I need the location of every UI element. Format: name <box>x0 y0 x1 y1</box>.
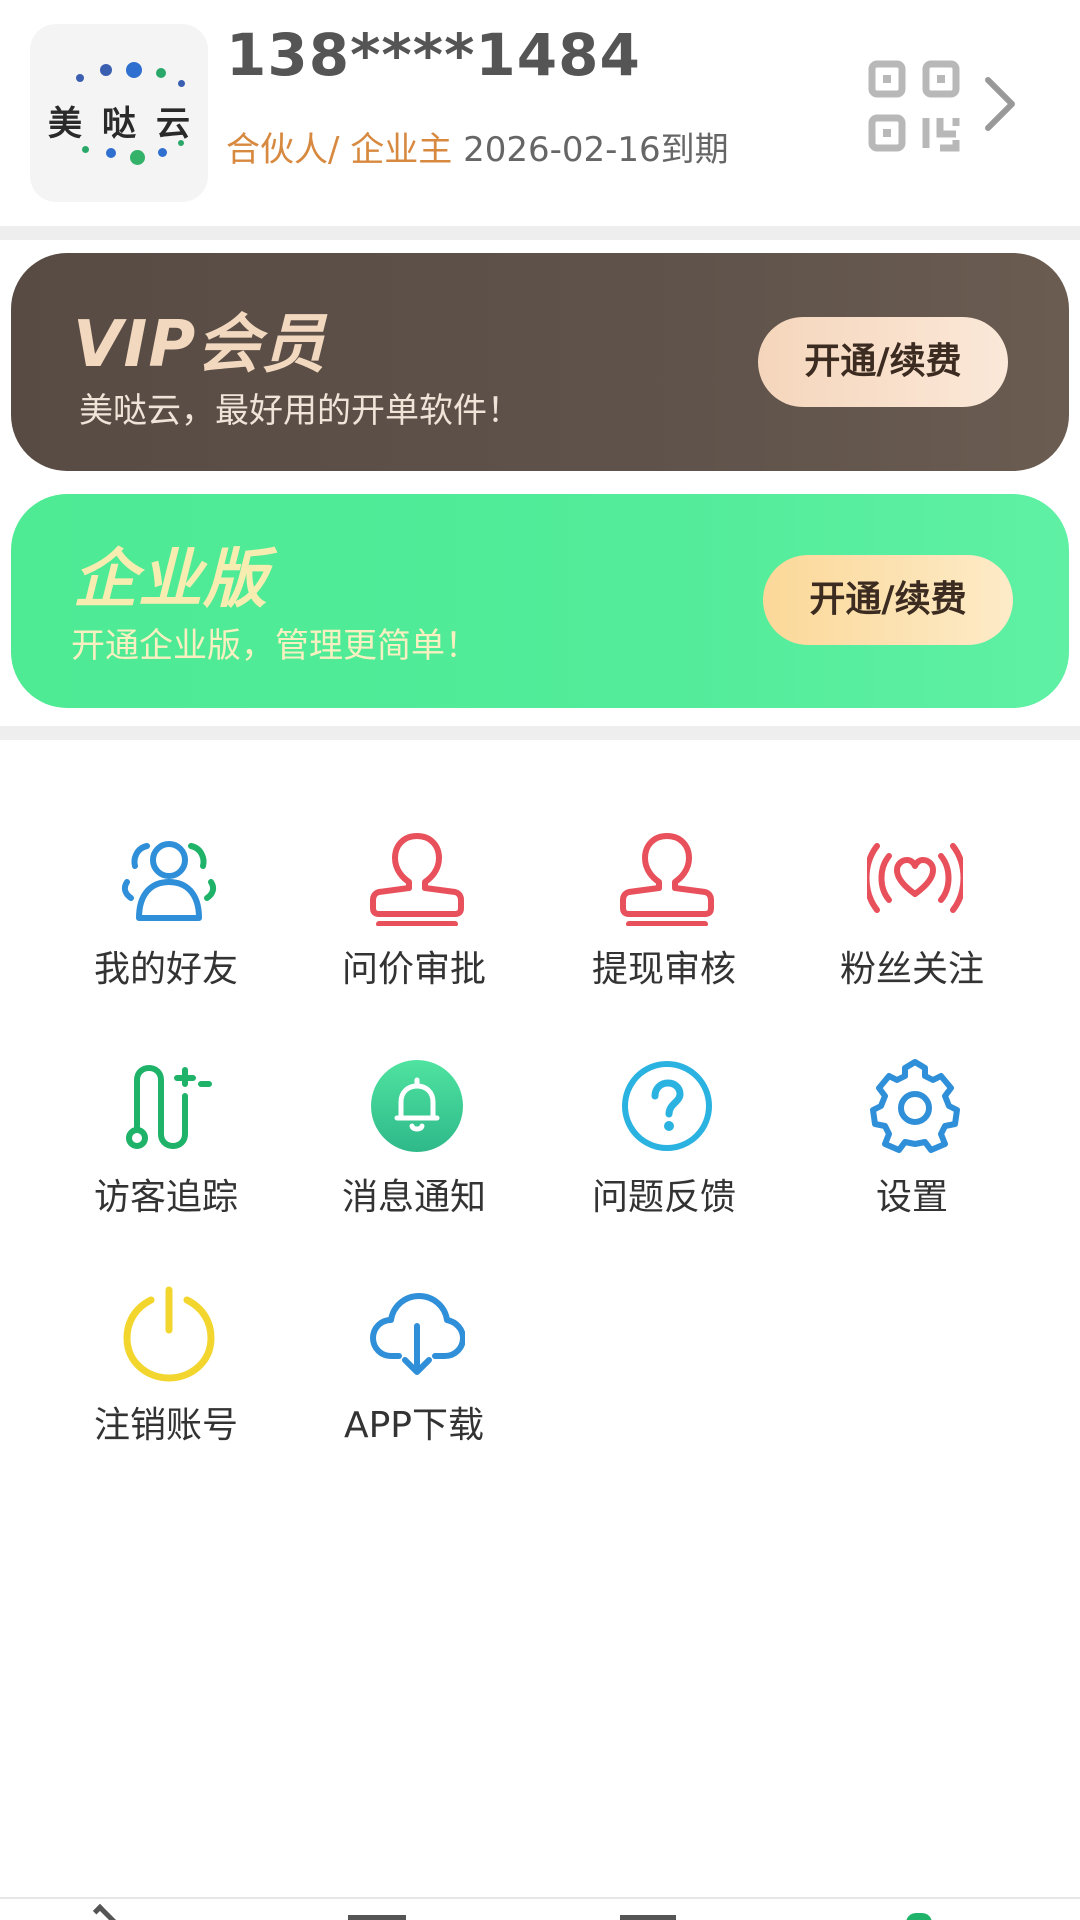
bottom-tab-bar <box>0 1897 1080 1920</box>
vip-subtitle: 美哒云，最好用的开单软件！ <box>79 391 521 431</box>
heart-signal-icon <box>867 843 963 913</box>
divider <box>0 726 1080 740</box>
menu-item-label: 注销账号 <box>93 1405 238 1446</box>
divider <box>0 226 1080 240</box>
route-icon <box>126 1065 212 1149</box>
gear-icon <box>870 1059 960 1153</box>
enterprise-subtitle: 开通企业版，管理更简单！ <box>71 626 479 666</box>
qr-code-icon[interactable] <box>868 60 960 152</box>
stats-tab-icon[interactable] <box>620 1915 676 1920</box>
menu-item-fans[interactable]: 粉丝关注 <box>788 740 1036 990</box>
app-logo: 美 哒 云 <box>30 24 208 202</box>
person-stamp-icon <box>370 833 464 926</box>
vip-renew-button[interactable]: 开通/续费 <box>758 317 1008 407</box>
user-phone: 138****1484 <box>226 21 641 89</box>
orders-tab-icon[interactable] <box>348 1915 406 1920</box>
question-icon <box>622 1061 712 1151</box>
logo-char: 哒 <box>102 104 136 144</box>
menu-item-deactivate[interactable]: 注销账号 <box>42 1196 290 1446</box>
person-stamp-icon <box>620 833 714 926</box>
logo-dot <box>126 62 142 78</box>
menu-item-price-approval[interactable]: 问价审批 <box>290 740 538 990</box>
logo-dot <box>76 74 84 82</box>
menu-item-settings[interactable]: 设置 <box>788 968 1036 1218</box>
enterprise-title: 企业版 <box>73 543 268 617</box>
menu-item-notifications[interactable]: 消息通知 <box>290 968 538 1218</box>
vip-title: VIP会员 <box>73 308 327 382</box>
enterprise-banner[interactable]: 企业版 开通企业版，管理更简单！ 开通/续费 <box>11 494 1069 708</box>
chevron-right-icon[interactable] <box>980 74 1020 134</box>
expire-date: 2026-02-16到期 <box>463 130 729 170</box>
user-role: 合伙人/ 企业主 <box>226 130 453 170</box>
vip-banner[interactable]: VIP会员 美哒云，最好用的开单软件！ 开通/续费 <box>11 253 1069 471</box>
menu-item-label: APP下载 <box>343 1405 485 1446</box>
logo-char: 美 <box>48 104 82 144</box>
home-tab-icon[interactable] <box>92 1903 122 1920</box>
logo-dot <box>130 150 145 165</box>
logo-dot <box>156 68 166 78</box>
friends-icon <box>121 841 217 921</box>
logo-dot <box>82 146 89 153</box>
bell-icon <box>371 1060 463 1152</box>
menu-item-visitor-tracking[interactable]: 访客追踪 <box>42 968 290 1218</box>
menu-item-withdraw-review[interactable]: 提现审核 <box>540 740 788 990</box>
logo-dot <box>158 148 167 157</box>
power-icon <box>123 1286 215 1382</box>
logo-dot <box>178 80 185 87</box>
cloud-download-icon <box>370 1293 465 1375</box>
enterprise-renew-button[interactable]: 开通/续费 <box>763 555 1013 645</box>
menu-item-label: 问题反馈 <box>591 1177 736 1218</box>
logo-dot <box>100 64 112 76</box>
menu-item-app-download[interactable]: APP下载 <box>290 1196 538 1446</box>
menu-item-feedback[interactable]: 问题反馈 <box>540 968 788 1218</box>
profile-tab-icon[interactable] <box>906 1913 932 1920</box>
membership-line: 合伙人/ 企业主 2026-02-16到期 <box>226 128 729 172</box>
logo-char: 云 <box>156 104 190 144</box>
logo-text: 美 哒 云 <box>48 96 190 145</box>
menu-item-label: 设置 <box>875 1177 948 1218</box>
logo-dot <box>106 148 116 158</box>
menu-item-friends[interactable]: 我的好友 <box>42 740 290 990</box>
profile-header[interactable]: 美 哒 云 138****1484 合伙人/ 企业主 2026-02-16到期 <box>0 0 1080 226</box>
